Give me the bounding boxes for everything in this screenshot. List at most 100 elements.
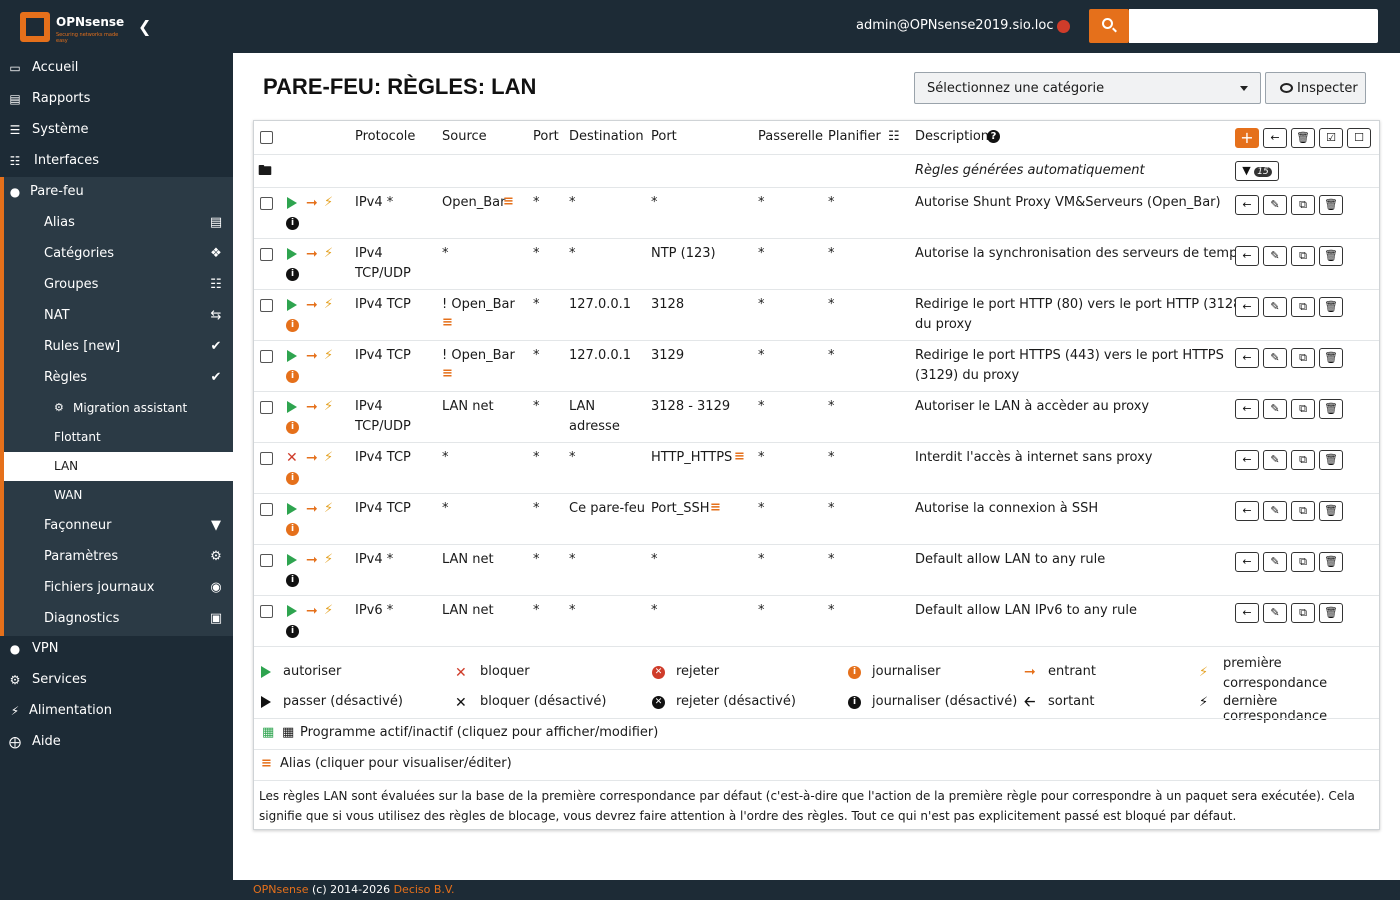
row-checkbox[interactable] [260, 503, 273, 516]
sidebar-item-rapports[interactable]: ▤ Rapports [0, 84, 233, 115]
clone-button[interactable]: ⧉ [1291, 450, 1315, 470]
clone-button[interactable]: ⧉ [1291, 399, 1315, 419]
sidebar-item-groupes[interactable]: Groupes ☷ [4, 270, 233, 301]
alias-list-icon[interactable]: ≡ [442, 316, 453, 330]
sidebar-item-wan[interactable]: WAN [4, 481, 233, 510]
log-disabled-icon[interactable]: i [286, 625, 299, 638]
alias-list-icon[interactable]: ≡ [734, 450, 745, 464]
header-source-port[interactable]: Port [533, 127, 559, 147]
sidebar-item-vpn[interactable]: ● VPN [0, 634, 233, 665]
header-gateway[interactable]: Passerelle [758, 127, 823, 147]
collapse-sidebar-chevron-icon[interactable]: ❮ [138, 17, 151, 36]
clone-button[interactable]: ⧉ [1291, 348, 1315, 368]
edit-button[interactable]: ✎ [1263, 450, 1287, 470]
header-source[interactable]: Source [442, 127, 487, 147]
log-disabled-icon[interactable]: i [286, 217, 299, 230]
rule-source[interactable]: Open_Bar [442, 193, 505, 213]
row-checkbox[interactable] [260, 605, 273, 618]
clone-button[interactable]: ⧉ [1291, 195, 1315, 215]
header-schedule[interactable]: Planifier [828, 127, 881, 147]
status-indicator-icon[interactable] [1057, 20, 1070, 33]
auto-rules-toggle-button[interactable]: ▼ 15 [1235, 161, 1279, 181]
sidebar-item-alimentation[interactable]: ⚡ Alimentation [0, 696, 233, 727]
move-selected-button[interactable]: ← [1263, 128, 1287, 148]
delete-selected-button[interactable]: 🗑 [1291, 128, 1315, 148]
inspect-button[interactable]: Inspecter [1265, 72, 1366, 104]
log-icon[interactable]: i [286, 319, 299, 332]
add-rule-button[interactable]: + [1235, 128, 1259, 148]
edit-button[interactable]: ✎ [1263, 348, 1287, 368]
delete-button[interactable]: 🗑 [1319, 501, 1343, 521]
sidebar-item-aide[interactable]: ⨁ Aide [0, 727, 233, 758]
clone-button[interactable]: ⧉ [1291, 501, 1315, 521]
pass-icon[interactable] [287, 299, 297, 311]
rule-destination-port[interactable]: Port_SSH [651, 499, 710, 519]
sidebar-item-faconneur[interactable]: Façonneur ▼ [4, 511, 233, 542]
pass-icon[interactable] [287, 401, 297, 413]
sidebar-item-regles[interactable]: Règles ✔ [4, 363, 233, 394]
move-before-button[interactable]: ← [1235, 297, 1259, 317]
delete-button[interactable]: 🗑 [1319, 552, 1343, 572]
move-before-button[interactable]: ← [1235, 348, 1259, 368]
move-before-button[interactable]: ← [1235, 552, 1259, 572]
alias-list-icon[interactable]: ≡ [710, 501, 721, 515]
edit-button[interactable]: ✎ [1263, 297, 1287, 317]
sidebar-item-services[interactable]: ⚙ Services [0, 665, 233, 696]
disable-selected-button[interactable]: ☐ [1347, 128, 1371, 148]
move-before-button[interactable]: ← [1235, 450, 1259, 470]
sidebar-item-systeme[interactable]: ☰ Système [0, 115, 233, 146]
delete-button[interactable]: 🗑 [1319, 297, 1343, 317]
log-icon[interactable]: i [286, 523, 299, 536]
row-checkbox[interactable] [260, 452, 273, 465]
edit-button[interactable]: ✎ [1263, 246, 1287, 266]
sidebar-item-pare-feu[interactable]: ● Pare-feu [0, 177, 233, 208]
delete-button[interactable]: 🗑 [1319, 195, 1343, 215]
edit-button[interactable]: ✎ [1263, 399, 1287, 419]
row-checkbox[interactable] [260, 248, 273, 261]
enable-selected-button[interactable]: ☑ [1319, 128, 1343, 148]
sidebar-item-diagnostics[interactable]: Diagnostics ▣ [4, 604, 233, 635]
search-input[interactable] [1129, 9, 1378, 43]
log-icon[interactable]: i [286, 370, 299, 383]
sidebar-item-lan[interactable]: LAN [4, 452, 233, 481]
row-checkbox[interactable] [260, 197, 273, 210]
sidebar-item-interfaces[interactable]: ☷ Interfaces [0, 146, 233, 177]
footer-brand-link[interactable]: OPNsense [253, 883, 309, 896]
edit-button[interactable]: ✎ [1263, 195, 1287, 215]
sidebar-item-accueil[interactable]: ▭ Accueil [0, 53, 233, 84]
sidebar-item-nat[interactable]: NAT ⇆ [4, 301, 233, 332]
pass-icon[interactable] [287, 248, 297, 260]
delete-button[interactable]: 🗑 [1319, 246, 1343, 266]
select-all-checkbox[interactable] [260, 131, 273, 144]
delete-button[interactable]: 🗑 [1319, 450, 1343, 470]
sidebar-item-parametres[interactable]: Paramètres ⚙ [4, 542, 233, 573]
sidebar-item-categories[interactable]: Catégories ❖ [4, 239, 233, 270]
clone-button[interactable]: ⧉ [1291, 246, 1315, 266]
alias-list-icon[interactable]: ≡ [442, 367, 453, 381]
header-destination-port[interactable]: Port [651, 127, 677, 147]
pass-icon[interactable] [287, 350, 297, 362]
move-before-button[interactable]: ← [1235, 399, 1259, 419]
header-destination[interactable]: Destination [569, 127, 644, 147]
header-description[interactable]: Description [915, 127, 989, 147]
sidebar-item-rules-new[interactable]: Rules [new] ✔ [4, 332, 233, 363]
edit-button[interactable]: ✎ [1263, 501, 1287, 521]
clone-button[interactable]: ⧉ [1291, 603, 1315, 623]
rule-source[interactable]: ! Open_Bar [442, 295, 515, 315]
sidebar-item-alias[interactable]: Alias ▤ [4, 208, 233, 239]
opnsense-logo[interactable]: OPNsense Securing networks made easy [20, 12, 130, 44]
row-checkbox[interactable] [260, 299, 273, 312]
log-disabled-icon[interactable]: i [286, 574, 299, 587]
footer-company-link[interactable]: Deciso B.V. [394, 883, 455, 896]
clone-button[interactable]: ⧉ [1291, 297, 1315, 317]
move-before-button[interactable]: ← [1235, 246, 1259, 266]
pass-icon[interactable] [287, 503, 297, 515]
pass-icon[interactable] [287, 605, 297, 617]
row-checkbox[interactable] [260, 350, 273, 363]
delete-button[interactable]: 🗑 [1319, 348, 1343, 368]
edit-button[interactable]: ✎ [1263, 603, 1287, 623]
log-icon[interactable]: i [286, 421, 299, 434]
pass-icon[interactable] [287, 197, 297, 209]
rule-destination-port[interactable]: HTTP_HTTPS [651, 448, 732, 468]
move-before-button[interactable]: ← [1235, 501, 1259, 521]
